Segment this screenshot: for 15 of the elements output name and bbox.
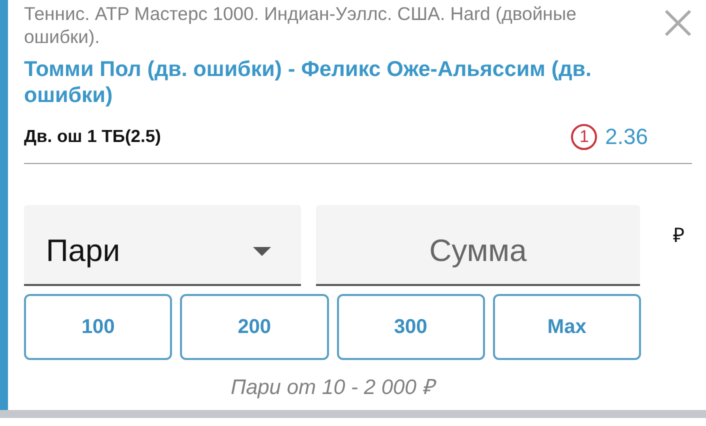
bet-type-select[interactable]: Пари xyxy=(24,205,301,286)
amount-button[interactable]: 100 xyxy=(24,294,172,360)
caret-icon xyxy=(253,247,271,256)
limits-text: Пари от 10 - 2 000 ₽ xyxy=(230,375,438,401)
event-title: Теннис. ATP Мастерс 1000. Индиан-Уэллс. США. Hard (двойные ошибки). xyxy=(24,2,578,48)
currency-sign: ₽ xyxy=(673,224,685,248)
amount-button[interactable]: Max xyxy=(492,294,641,360)
close-button[interactable] xyxy=(664,9,692,37)
odds-value: 2.36 xyxy=(605,123,648,151)
amount-button[interactable]: 200 xyxy=(180,294,328,360)
amount-field[interactable]: Сумма xyxy=(316,205,640,286)
bet-label: Дв. ош 1 ТБ(2.5) xyxy=(24,125,161,148)
marker-badge: 1 xyxy=(571,124,598,150)
match-title: Томми Пол (дв. ошибки) - Феликс Оже-Альяссим (дв. ошибки) xyxy=(24,56,592,108)
amount-button[interactable]: 300 xyxy=(336,294,485,360)
